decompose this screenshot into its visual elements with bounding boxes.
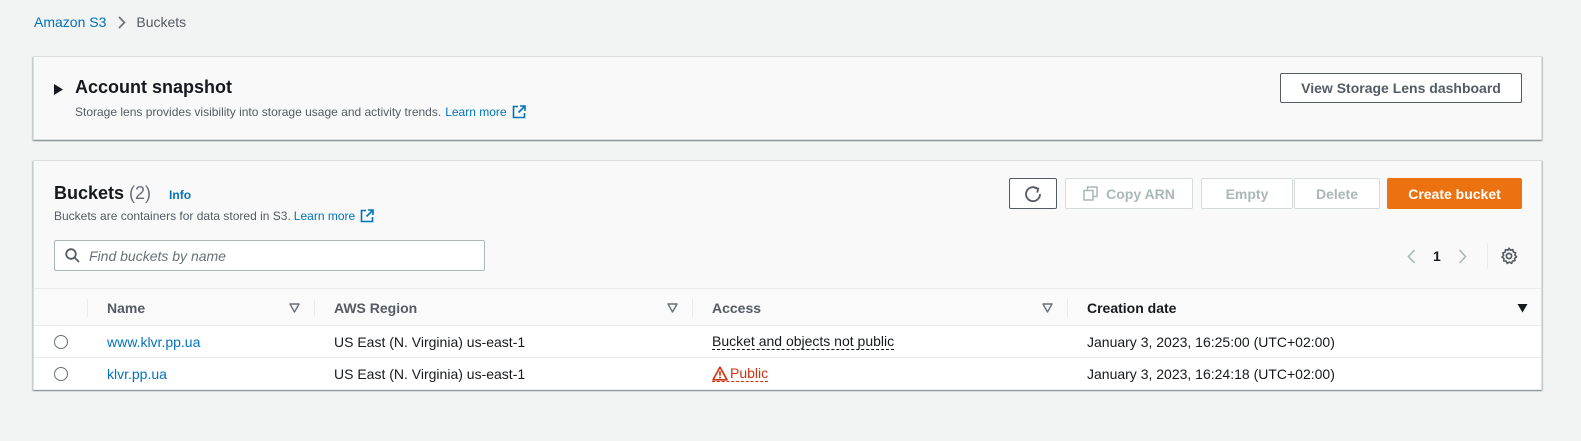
current-page[interactable]: 1 — [1433, 248, 1441, 264]
region-cell: US East (N. Virginia) us-east-1 — [334, 365, 526, 382]
access-cell: Bucket and objects not public — [712, 326, 895, 357]
external-link-icon — [512, 105, 526, 119]
column-header-creation-date-label: Creation date — [1087, 299, 1177, 316]
refresh-button[interactable] — [1009, 178, 1057, 209]
row-select-radio[interactable] — [54, 358, 68, 389]
column-header-name[interactable]: Name — [107, 289, 307, 326]
sort-icon[interactable] — [667, 302, 678, 314]
info-link[interactable]: Info — [169, 188, 191, 202]
breadcrumb-amazon-s3[interactable]: Amazon S3 — [34, 14, 106, 30]
column-separator — [1067, 299, 1068, 317]
pagination: 1 — [1401, 243, 1518, 269]
snapshot-description-text: Storage lens provides visibility into st… — [75, 105, 442, 119]
sort-icon[interactable] — [289, 302, 300, 314]
buckets-title: Buckets — [54, 183, 125, 203]
copy-icon — [1083, 186, 1098, 201]
breadcrumb-current: Buckets — [136, 14, 187, 30]
copy-arn-label: Copy ARN — [1106, 185, 1175, 202]
region-cell: US East (N. Virginia) us-east-1 — [334, 333, 526, 350]
access-status-label: Public — [730, 365, 769, 381]
gear-icon[interactable] — [1500, 247, 1518, 265]
chevron-right-icon — [118, 15, 127, 29]
access-status-public[interactable]: Public — [712, 365, 769, 382]
radio-button[interactable] — [54, 366, 68, 381]
account-snapshot-panel: Account snapshot Storage lens provides v… — [33, 56, 1542, 140]
breadcrumb: Amazon S3 Buckets — [34, 13, 186, 31]
account-snapshot-title[interactable]: Account snapshot — [75, 77, 232, 98]
row-select-radio[interactable] — [54, 326, 68, 357]
search-field[interactable] — [54, 240, 485, 271]
creation-date-cell: January 3, 2023, 16:24:18 (UTC+02:00) — [1087, 365, 1335, 382]
sort-icon[interactable] — [1042, 302, 1053, 314]
creation-date-cell: January 3, 2023, 16:25:00 (UTC+02:00) — [1087, 333, 1335, 350]
create-bucket-button[interactable]: Create bucket — [1387, 178, 1522, 209]
bucket-name-link[interactable]: klvr.pp.ua — [107, 366, 167, 382]
bucket-name-cell: klvr.pp.ua — [107, 358, 167, 389]
view-storage-lens-dashboard-button[interactable]: View Storage Lens dashboard — [1280, 73, 1522, 103]
column-header-name-label: Name — [107, 299, 146, 316]
warning-icon — [712, 365, 728, 381]
buckets-panel: Buckets (2) Info Buckets are containers … — [33, 160, 1542, 390]
column-separator — [692, 299, 693, 317]
empty-button[interactable]: Empty — [1201, 178, 1293, 209]
refresh-icon — [1024, 185, 1042, 203]
buckets-learn-more-label: Learn more — [293, 209, 356, 223]
chevron-right-icon[interactable] — [1453, 248, 1473, 264]
snapshot-learn-more-link[interactable]: Learn more — [445, 105, 526, 119]
access-cell: Public — [712, 358, 769, 389]
column-header-region-label: AWS Region — [334, 299, 418, 316]
table-row[interactable]: klvr.pp.ua US East (N. Virginia) us-east… — [34, 358, 1541, 390]
chevron-left-icon[interactable] — [1401, 248, 1421, 264]
table-row[interactable]: www.klvr.pp.ua US East (N. Virginia) us-… — [34, 326, 1541, 358]
buckets-description-text: Buckets are containers for data stored i… — [54, 209, 291, 223]
search-input[interactable] — [89, 247, 469, 264]
snapshot-learn-more-label: Learn more — [445, 105, 507, 119]
buckets-table: Name AWS Region Access Creation date www… — [34, 288, 1541, 390]
account-snapshot-description: Storage lens provides visibility into st… — [75, 105, 526, 119]
delete-button[interactable]: Delete — [1294, 178, 1380, 209]
access-status[interactable]: Bucket and objects not public — [712, 333, 895, 350]
table-header: Name AWS Region Access Creation date — [34, 288, 1541, 326]
column-header-access-label: Access — [712, 299, 762, 316]
radio-button[interactable] — [54, 334, 68, 349]
search-icon — [65, 248, 80, 263]
sort-descending-icon[interactable] — [1517, 302, 1528, 314]
buckets-description: Buckets are containers for data stored i… — [54, 209, 374, 223]
buckets-count: (2) — [129, 183, 152, 203]
column-separator — [87, 299, 88, 317]
copy-arn-button[interactable]: Copy ARN — [1065, 178, 1193, 209]
buckets-header: Buckets (2) Info — [54, 183, 191, 204]
pagination-divider — [1486, 243, 1488, 269]
bucket-name-link[interactable]: www.klvr.pp.ua — [107, 334, 200, 350]
bucket-name-cell: www.klvr.pp.ua — [107, 326, 200, 357]
caret-right-icon[interactable] — [54, 83, 64, 95]
column-header-region[interactable]: AWS Region — [334, 289, 634, 326]
column-header-creation-date[interactable]: Creation date — [1087, 289, 1387, 326]
buckets-learn-more-link[interactable]: Learn more — [294, 209, 374, 223]
external-link-icon — [360, 209, 374, 223]
column-header-access[interactable]: Access — [712, 289, 1012, 326]
column-separator — [314, 299, 315, 317]
